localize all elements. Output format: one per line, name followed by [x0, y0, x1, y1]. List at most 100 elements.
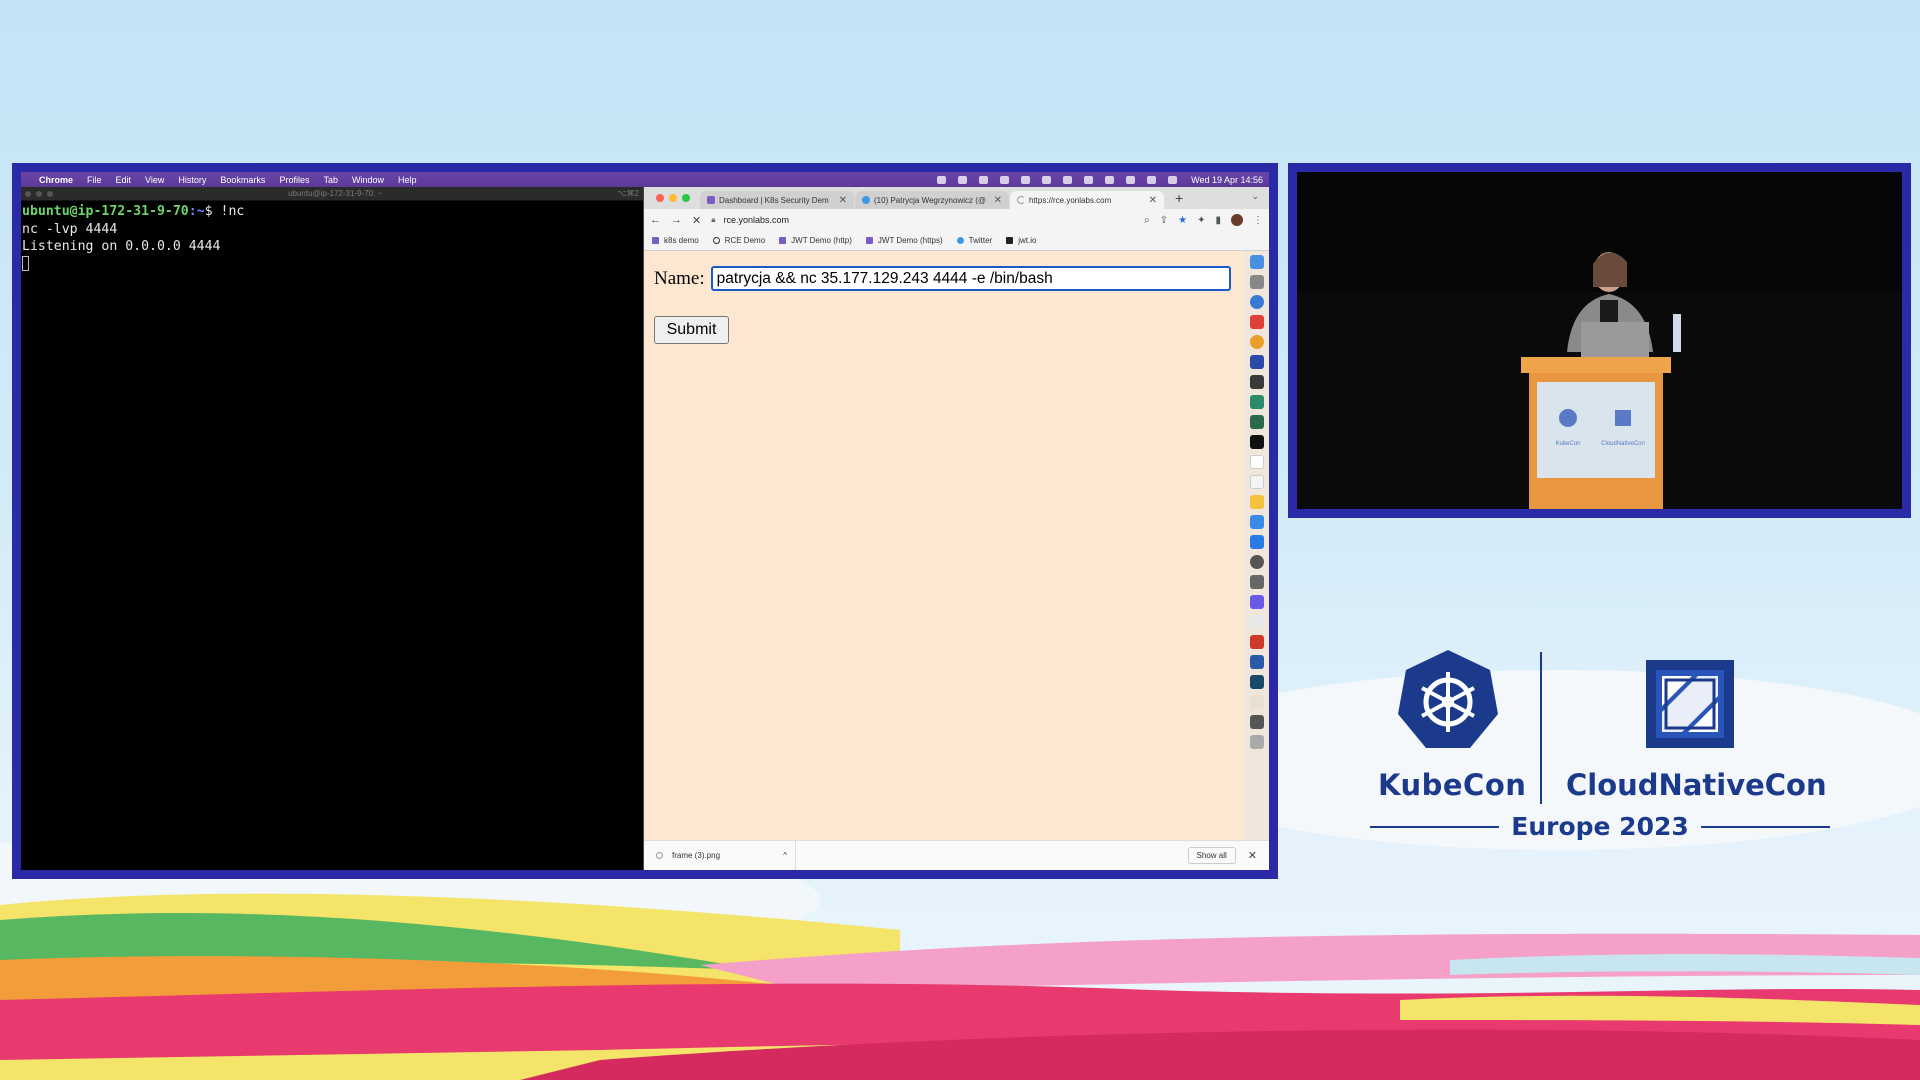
reminders-icon[interactable]	[1250, 475, 1264, 489]
download-filename: frame (3).png	[672, 851, 721, 860]
calendar-icon[interactable]	[1250, 455, 1264, 469]
forward-icon[interactable]: →	[671, 214, 682, 226]
kubecon-wordmark: KubeCon	[1378, 768, 1527, 802]
tab-search-chevron-icon[interactable]: ⌄	[1251, 191, 1259, 202]
display-icon[interactable]	[979, 175, 989, 184]
cloud-icon[interactable]	[1000, 175, 1010, 184]
bookmark-item[interactable]: JWT Demo (http)	[779, 236, 852, 245]
bookmark-label: JWT Demo (https)	[877, 236, 943, 245]
close-window-icon[interactable]	[656, 194, 664, 202]
download-item[interactable]: frame (3).png ^	[656, 841, 796, 870]
search-icon[interactable]	[1147, 175, 1157, 184]
shield-icon[interactable]	[937, 175, 947, 184]
event-edition: Europe 2023	[1511, 812, 1689, 841]
cncf-logo-icon	[1646, 660, 1734, 748]
profile-avatar-icon[interactable]	[1231, 214, 1243, 226]
menu-view[interactable]: View	[145, 175, 164, 185]
app-icon[interactable]	[1250, 315, 1264, 329]
chrome-icon[interactable]	[1250, 335, 1264, 349]
bookmark-item[interactable]: Twitter	[956, 236, 992, 245]
user-icon[interactable]	[1105, 175, 1115, 184]
screen-mirror-icon[interactable]	[1126, 175, 1136, 184]
chrome-window: Dashboard | K8s Security Dem ✕ (10) Patr…	[643, 187, 1269, 870]
menu-edit[interactable]: Edit	[116, 175, 132, 185]
app-icon[interactable]	[1250, 415, 1264, 429]
app-store-icon[interactable]	[1250, 535, 1264, 549]
app-icon[interactable]	[1250, 395, 1264, 409]
settings-gear-icon[interactable]	[1250, 555, 1264, 569]
new-tab-icon[interactable]: +	[1175, 190, 1183, 206]
battery-icon[interactable]	[1042, 175, 1052, 184]
share-icon[interactable]: ⇪	[1160, 215, 1168, 226]
menu-help[interactable]: Help	[398, 175, 417, 185]
app-icon[interactable]	[1250, 715, 1264, 729]
bookmark-item[interactable]: k8s demo	[652, 236, 699, 245]
lock-icon[interactable]: 🔒︎	[711, 215, 715, 225]
terminal-line: Listening on 0.0.0.0 4444	[22, 239, 221, 254]
menu-window[interactable]: Window	[352, 175, 384, 185]
name-form-row: Name:	[654, 266, 1231, 291]
zoom-icon[interactable]: ⌕	[1144, 215, 1150, 226]
tab-twitter[interactable]: (10) Patrycja Wegrzynowicz (@ ✕	[855, 191, 1009, 209]
back-icon[interactable]: ←	[650, 214, 661, 226]
stop-loading-icon[interactable]: ✕	[692, 214, 701, 227]
moon-icon[interactable]	[1021, 175, 1031, 184]
acrobat-icon[interactable]	[1250, 635, 1264, 649]
discord-icon[interactable]	[1250, 595, 1264, 609]
word-icon[interactable]	[1250, 655, 1264, 669]
menu-app-chrome[interactable]: Chrome	[39, 175, 73, 185]
minimize-window-icon[interactable]	[669, 194, 677, 202]
brand-rule-left	[1370, 825, 1500, 828]
extensions-icon[interactable]: ✦	[1197, 215, 1205, 226]
app-icon[interactable]	[1250, 515, 1264, 529]
safari-icon[interactable]	[1250, 295, 1264, 309]
terminal-window-controls[interactable]	[25, 190, 53, 197]
vpn-icon[interactable]	[958, 175, 968, 184]
chevron-up-icon[interactable]: ^	[783, 851, 787, 860]
bookmark-label: jwt.io	[1018, 236, 1037, 245]
control-center-icon[interactable]	[1168, 175, 1178, 184]
menu-history[interactable]: History	[178, 175, 206, 185]
bookmark-star-icon[interactable]: ★	[1178, 215, 1187, 226]
bookmark-item[interactable]: JWT Demo (https)	[865, 236, 943, 245]
launchpad-icon[interactable]	[1250, 275, 1264, 289]
close-tab-icon[interactable]: ✕	[1149, 195, 1157, 206]
name-input[interactable]	[710, 266, 1231, 291]
bookmark-item[interactable]: jwt.io	[1006, 236, 1036, 245]
close-tab-icon[interactable]: ✕	[994, 195, 1002, 206]
name-label: Name:	[654, 267, 705, 289]
trash-icon[interactable]	[1250, 735, 1264, 749]
finder-icon[interactable]	[1250, 255, 1264, 269]
terminal-icon[interactable]	[1250, 435, 1264, 449]
terminal-window[interactable]: ubuntu@ip-172-31-9-70: ~ ⌥⌘2 ubuntu@ip-1…	[21, 187, 643, 870]
tab-rce[interactable]: https://rce.yonlabs.com ✕	[1010, 191, 1164, 209]
more-menu-icon[interactable]: ⋮	[1253, 215, 1263, 226]
close-download-bar-icon[interactable]: ✕	[1248, 849, 1257, 862]
terminal-prompt-path: :~	[188, 204, 205, 219]
wifi-icon[interactable]	[1084, 175, 1094, 184]
app-icon[interactable]	[1250, 355, 1264, 369]
slack-icon[interactable]	[1250, 615, 1264, 629]
intellij-icon[interactable]	[1250, 375, 1264, 389]
show-all-button[interactable]: Show all	[1187, 847, 1236, 864]
browser-toolbar: ← → ✕ 🔒︎ rce.yonlabs.com ⌕ ⇪ ★ ✦ ▮ ⋮	[644, 209, 1269, 231]
menu-tab[interactable]: Tab	[323, 175, 338, 185]
notes-icon[interactable]	[1250, 495, 1264, 509]
zoom-window-icon[interactable]	[682, 194, 690, 202]
bookmark-item[interactable]: RCE Demo	[712, 236, 765, 245]
menu-profiles[interactable]: Profiles	[279, 175, 309, 185]
preview-icon[interactable]	[1250, 695, 1264, 709]
menubar-clock[interactable]: Wed 19 Apr 14:56	[1191, 175, 1263, 185]
app-icon[interactable]	[1250, 675, 1264, 689]
terminal-prompt-user: ubuntu@ip-172-31-9-70	[22, 204, 189, 219]
submit-button[interactable]: Submit	[654, 316, 729, 344]
menu-file[interactable]: File	[87, 175, 102, 185]
side-panel-icon[interactable]: ▮	[1215, 215, 1221, 226]
menu-bookmarks[interactable]: Bookmarks	[220, 175, 265, 185]
keyboard-icon[interactable]	[1063, 175, 1073, 184]
tab-dashboard[interactable]: Dashboard | K8s Security Dem ✕	[700, 191, 854, 209]
close-tab-icon[interactable]: ✕	[839, 195, 847, 206]
address-bar[interactable]: 🔒︎ rce.yonlabs.com	[711, 211, 1135, 229]
app-icon[interactable]	[1250, 575, 1264, 589]
kubernetes-logo-icon	[1398, 650, 1498, 748]
